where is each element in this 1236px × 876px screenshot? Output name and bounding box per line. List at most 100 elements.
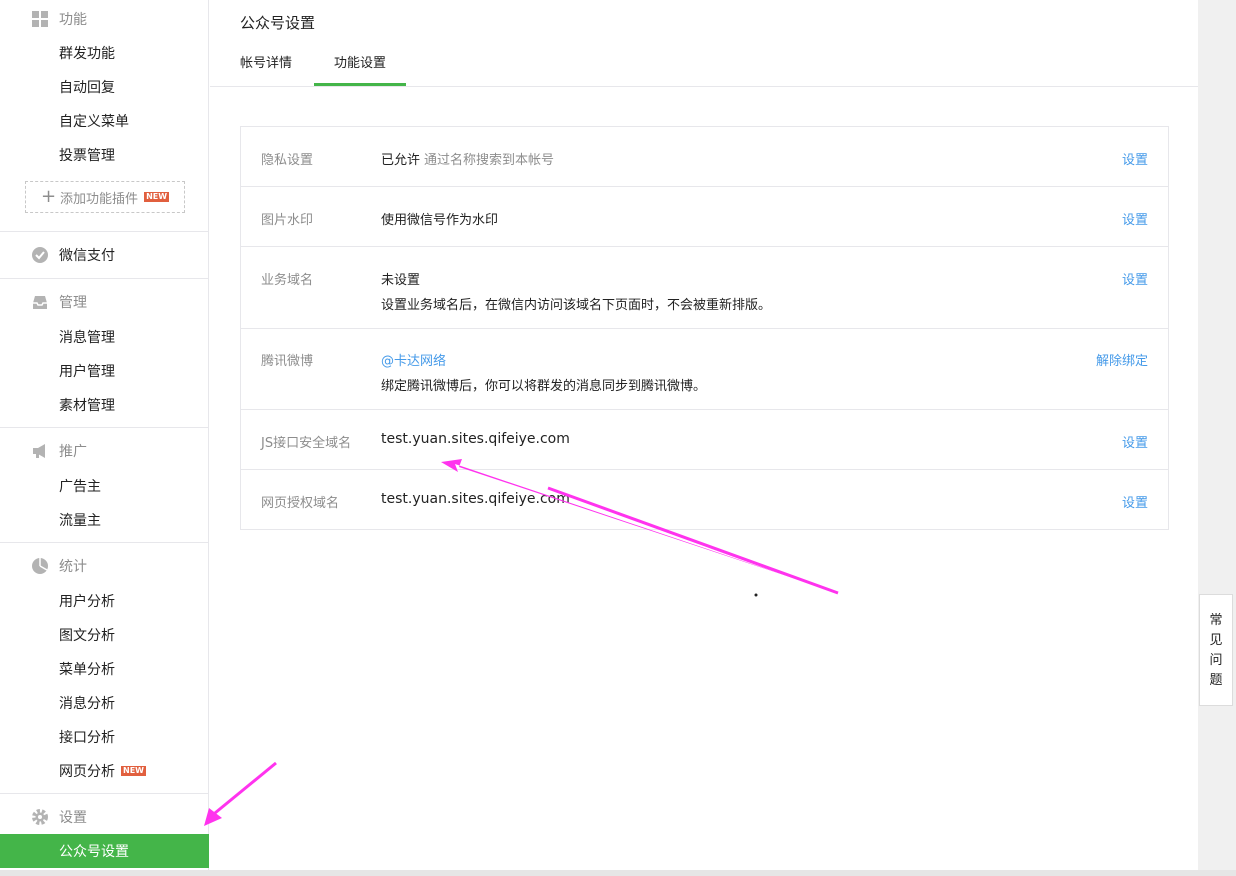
sidebar-item-label: 菜单分析	[59, 662, 115, 678]
pie-chart-icon	[32, 558, 48, 574]
sidebar-section-title: 功能	[59, 12, 87, 28]
sidebar-item-auto-reply[interactable]: 自动回复	[0, 70, 209, 104]
sidebar-item-vote[interactable]: 投票管理	[0, 138, 209, 172]
tab-feature-settings[interactable]: 功能设置	[314, 44, 406, 86]
sidebar-item-menu-analysis[interactable]: 菜单分析	[0, 652, 209, 686]
row-label: 隐私设置	[261, 153, 314, 168]
settings-list: 隐私设置 已允许 通过名称搜索到本帐号 设置 图片水印 使用微信号作为水印 设置 …	[240, 126, 1169, 530]
settings-row-business-domain: 业务域名 未设置 设置业务域名后，在微信内访问该域名下页面时，不会被重新排版。 设…	[241, 247, 1168, 329]
sidebar-section-title: 统计	[59, 559, 87, 575]
row-value: 使用微信号作为水印	[381, 213, 499, 228]
row-value: @卡达网络绑定腾讯微博后，你可以将群发的消息同步到腾讯微博。	[381, 350, 706, 394]
oauth-domain-settings-link[interactable]: 设置	[1122, 492, 1148, 511]
row-value: 未设置 设置业务域名后，在微信内访问该域名下页面时，不会被重新排版。	[381, 269, 771, 313]
sidebar-item-mass-send[interactable]: 群发功能	[0, 36, 209, 70]
business-domain-settings-link[interactable]: 设置	[1122, 269, 1148, 288]
faq-button[interactable]: 常 见 问 题	[1199, 594, 1233, 706]
sidebar-section-title: 推广	[59, 444, 87, 460]
watermark-settings-link[interactable]: 设置	[1122, 209, 1148, 228]
sidebar-item-label: 图文分析	[59, 628, 115, 644]
sidebar-item-web-analysis[interactable]: 网页分析 NEW	[0, 754, 209, 788]
sidebar-divider	[0, 793, 209, 794]
sidebar-item-label: 消息管理	[59, 330, 115, 346]
faq-char: 题	[1209, 673, 1223, 688]
sidebar-section-title: 设置	[59, 810, 87, 826]
tab-label: 功能设置	[333, 56, 386, 71]
sidebar-item-message-analysis[interactable]: 消息分析	[0, 686, 209, 720]
sidebar-item-label: 用户管理	[59, 364, 115, 380]
row-label: JS接口安全域名	[261, 436, 352, 451]
sidebar-item-account-settings[interactable]: 公众号设置	[0, 834, 209, 868]
wechat-pay-icon	[32, 247, 48, 263]
sidebar-item-label: 投票管理	[59, 148, 115, 164]
settings-row-watermark: 图片水印 使用微信号作为水印 设置	[241, 187, 1168, 247]
sidebar-item-label: 网页分析	[59, 764, 115, 780]
faq-char: 问	[1209, 653, 1223, 668]
sidebar-item-label: 接口分析	[59, 730, 115, 746]
sidebar-item-wechat-pay[interactable]: 微信支付	[0, 238, 209, 272]
add-plugin-label: 添加功能插件	[60, 191, 139, 207]
sidebar-divider	[0, 231, 209, 232]
settings-row-oauth-domain: 网页授权域名 test.yuan.sites.qifeiye.com 设置	[241, 470, 1168, 529]
new-badge: NEW	[144, 192, 170, 202]
sidebar-item-advertiser[interactable]: 广告主	[0, 469, 209, 503]
tab-bar: 帐号详情 功能设置	[210, 44, 1198, 87]
settings-row-js-domain: JS接口安全域名 test.yuan.sites.qifeiye.com 设置	[241, 410, 1168, 470]
unbind-weibo-link[interactable]: 解除绑定	[1096, 350, 1148, 369]
bottom-bar	[0, 870, 1236, 876]
sidebar-item-users[interactable]: 用户管理	[0, 354, 209, 388]
sidebar-item-label: 素材管理	[59, 398, 115, 414]
tab-label: 帐号详情	[240, 56, 293, 71]
plus-icon: +	[40, 186, 57, 207]
row-value-text: 已允许	[381, 153, 421, 168]
sidebar-item-label: 流量主	[59, 513, 101, 529]
row-label: 网页授权域名	[261, 496, 340, 511]
sidebar-item-article-analysis[interactable]: 图文分析	[0, 618, 209, 652]
sidebar-item-label: 自动回复	[59, 80, 115, 96]
new-badge: NEW	[121, 766, 146, 776]
row-label: 图片水印	[261, 213, 314, 228]
faq-char: 见	[1209, 633, 1223, 648]
gear-icon	[32, 809, 48, 825]
inbox-icon	[33, 296, 47, 309]
right-scroll-strip	[1198, 0, 1236, 876]
row-value: test.yuan.sites.qifeiye.com	[381, 491, 570, 507]
sidebar-item-user-analysis[interactable]: 用户分析	[0, 584, 209, 618]
sidebar-item-materials[interactable]: 素材管理	[0, 388, 209, 422]
settings-row-privacy: 隐私设置 已允许 通过名称搜索到本帐号 设置	[241, 127, 1168, 187]
add-plugin-button[interactable]: + 添加功能插件 NEW	[25, 181, 185, 213]
sidebar: 功能 群发功能 自动回复 自定义菜单 投票管理 + 添加功能插件 NEW 微信支…	[0, 0, 209, 876]
row-value: 已允许 通过名称搜索到本帐号	[381, 149, 554, 168]
row-value: test.yuan.sites.qifeiye.com	[381, 431, 570, 447]
sidebar-section-features: 功能	[0, 2, 209, 36]
js-domain-settings-link[interactable]: 设置	[1122, 432, 1148, 451]
page-title: 公众号设置	[240, 14, 316, 32]
sidebar-section-statistics: 统计	[0, 549, 209, 583]
sidebar-item-label: 自定义菜单	[59, 114, 129, 130]
sidebar-item-label: 群发功能	[59, 46, 115, 62]
row-description: 绑定腾讯微博后，你可以将群发的消息同步到腾讯微博。	[381, 379, 707, 394]
sidebar-divider	[0, 542, 209, 543]
main-content: 公众号设置 帐号详情 功能设置 隐私设置 已允许 通过名称搜索到本帐号 设置 图片…	[210, 0, 1198, 876]
tab-account-details[interactable]: 帐号详情	[240, 44, 292, 86]
sidebar-item-publisher[interactable]: 流量主	[0, 503, 209, 537]
weibo-account-link[interactable]: @卡达网络	[381, 354, 446, 369]
sidebar-item-label: 消息分析	[59, 696, 115, 712]
sidebar-section-manage: 管理	[0, 285, 209, 319]
sidebar-item-api-analysis[interactable]: 接口分析	[0, 720, 209, 754]
faq-char: 常	[1209, 613, 1223, 628]
sidebar-section-title: 微信支付	[59, 248, 115, 264]
megaphone-icon	[33, 444, 45, 458]
sidebar-item-label: 广告主	[59, 479, 101, 495]
row-value-text: 未设置	[381, 273, 421, 288]
sidebar-section-promotion: 推广	[0, 434, 209, 468]
sidebar-item-custom-menu[interactable]: 自定义菜单	[0, 104, 209, 138]
privacy-settings-link[interactable]: 设置	[1122, 149, 1148, 168]
row-label: 腾讯微博	[261, 354, 314, 369]
sidebar-section-settings: 设置	[0, 800, 209, 834]
sidebar-item-messages[interactable]: 消息管理	[0, 320, 209, 354]
row-hint: 通过名称搜索到本帐号	[424, 153, 555, 168]
sidebar-divider	[0, 427, 209, 428]
row-label: 业务域名	[261, 273, 314, 288]
sidebar-section-title: 管理	[59, 295, 87, 311]
